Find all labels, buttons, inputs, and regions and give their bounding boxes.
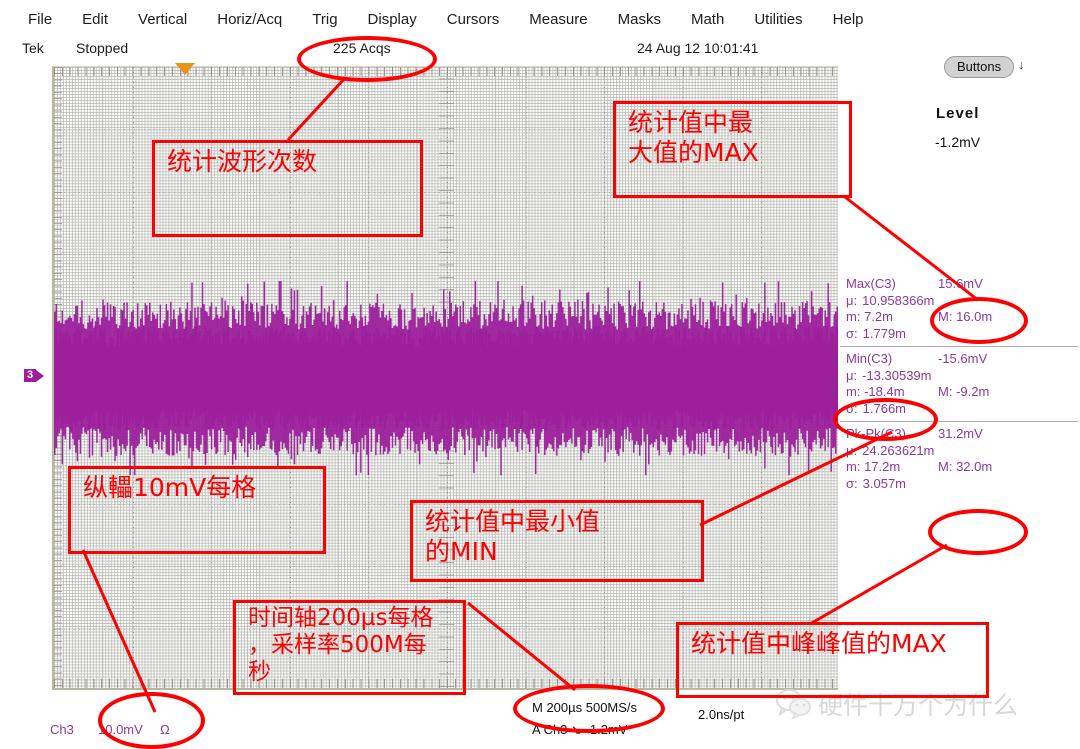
- status-line: Tek Stopped 225 Acqs 24 Aug 12 10:01:41: [0, 40, 1080, 64]
- menu-math[interactable]: Math: [691, 11, 724, 28]
- channel-label[interactable]: Ch3: [50, 722, 74, 737]
- brand-label: Tek: [22, 40, 44, 56]
- measurement-mean-label-min: μ:: [846, 368, 857, 385]
- channel3-reference-marker[interactable]: 3: [24, 369, 44, 382]
- trigger-level-title: Level: [936, 105, 979, 122]
- measurement-name-min: Min(C3): [846, 351, 938, 368]
- buttons-button[interactable]: Buttons: [944, 56, 1014, 78]
- channel3-ref-label: 3: [24, 369, 36, 382]
- oscilloscope-screen: File Edit Vertical Horiz/Acq Trig Displa…: [0, 0, 1080, 749]
- annotation-ellipse-chvolts: [98, 692, 205, 749]
- menu-file[interactable]: File: [28, 11, 52, 28]
- annotation-ellipse-horizontal: [513, 684, 665, 733]
- measurement-max-min: -9.2m: [956, 384, 989, 399]
- channel3-ref-arrow-icon: [36, 370, 44, 382]
- measurement-max-row-min: M: -9.2m: [938, 384, 989, 401]
- menu-horiz-acq[interactable]: Horiz/Acq: [217, 11, 282, 28]
- annotation-ellipse-pkpk: [928, 509, 1028, 555]
- measurement-mean-max: 10.958366m: [862, 293, 934, 310]
- menu-display[interactable]: Display: [368, 11, 417, 28]
- annotation-max-stat: 统计值中最 大值的MAX: [613, 101, 852, 198]
- annotation-pkpk-stat: 统计值中峰峰值的MAX: [676, 622, 989, 698]
- measurement-name-max: Max(C3): [846, 276, 938, 293]
- menu-trig[interactable]: Trig: [312, 11, 337, 28]
- measurement-min-label-max: m:: [846, 309, 860, 324]
- measurement-mean-pkpk: 24.263621m: [862, 443, 934, 460]
- measurement-min-max: 7.2m: [864, 309, 893, 324]
- measurement-max-pkpk: 32.0m: [956, 459, 992, 474]
- annotation-acq-count: 统计波形次数: [152, 140, 423, 237]
- menu-help[interactable]: Help: [833, 11, 864, 28]
- measurement-min-row-pkpk: m: 17.2m: [846, 459, 938, 476]
- annotation-ellipse-min: [833, 398, 938, 441]
- trigger-position-marker-icon[interactable]: [175, 63, 195, 75]
- measurement-mean-label-pkpk: μ:: [846, 443, 857, 460]
- measurement-value-max: 15.6mV: [938, 276, 983, 293]
- measurement-min-label-pkpk: m:: [846, 459, 860, 474]
- sample-interval: 2.0ns/pt: [698, 707, 744, 722]
- annotation-ellipse-acqs: [297, 36, 437, 82]
- menu-edit[interactable]: Edit: [82, 11, 108, 28]
- measurement-value-pkpk: 31.2mV: [938, 426, 983, 443]
- measurement-sigma-label-pkpk: σ:: [846, 476, 858, 493]
- run-state-label[interactable]: Stopped: [76, 40, 128, 56]
- measurement-max-row-pkpk: M: 32.0m: [938, 459, 992, 476]
- annotation-min-stat: 统计值中最小值 的MIN: [410, 500, 704, 582]
- trigger-level-value: -1.2mV: [935, 134, 980, 150]
- datetime-label: 24 Aug 12 10:01:41: [637, 40, 758, 56]
- measurement-max-label-min: M:: [938, 384, 952, 399]
- measurement-min-row-max: m: 7.2m: [846, 309, 938, 326]
- menu-masks[interactable]: Masks: [618, 11, 661, 28]
- annotation-time-scale: 时间轴200µs每格 ，采样率500M每 秒: [233, 600, 466, 695]
- buttons-tail-icon[interactable]: ↓: [1018, 57, 1025, 72]
- measurement-min-pkpk: 17.2m: [864, 459, 900, 474]
- measurement-value-min: -15.6mV: [938, 351, 987, 368]
- measurement-mean-label-max: μ:: [846, 293, 857, 310]
- menu-measure[interactable]: Measure: [529, 11, 587, 28]
- measurement-sigma-pkpk: 3.057m: [863, 476, 906, 493]
- measurement-separator-1: [840, 346, 1078, 347]
- menu-utilities[interactable]: Utilities: [754, 11, 802, 28]
- annotation-ellipse-max: [930, 297, 1028, 344]
- menu-vertical[interactable]: Vertical: [138, 11, 187, 28]
- menu-cursors[interactable]: Cursors: [447, 11, 500, 28]
- measurement-sigma-label-max: σ:: [846, 326, 858, 343]
- measurement-sigma-max: 1.779m: [863, 326, 906, 343]
- measurement-min-label-min: m:: [846, 384, 860, 399]
- measurement-max-label-pkpk: M:: [938, 459, 952, 474]
- annotation-vertical-scale: 纵轠10mV每格: [68, 466, 326, 554]
- menu-bar: File Edit Vertical Horiz/Acq Trig Displa…: [0, 0, 1080, 38]
- measurement-min-min: -18.4m: [864, 384, 904, 399]
- measurement-mean-min: -13.30539m: [862, 368, 931, 385]
